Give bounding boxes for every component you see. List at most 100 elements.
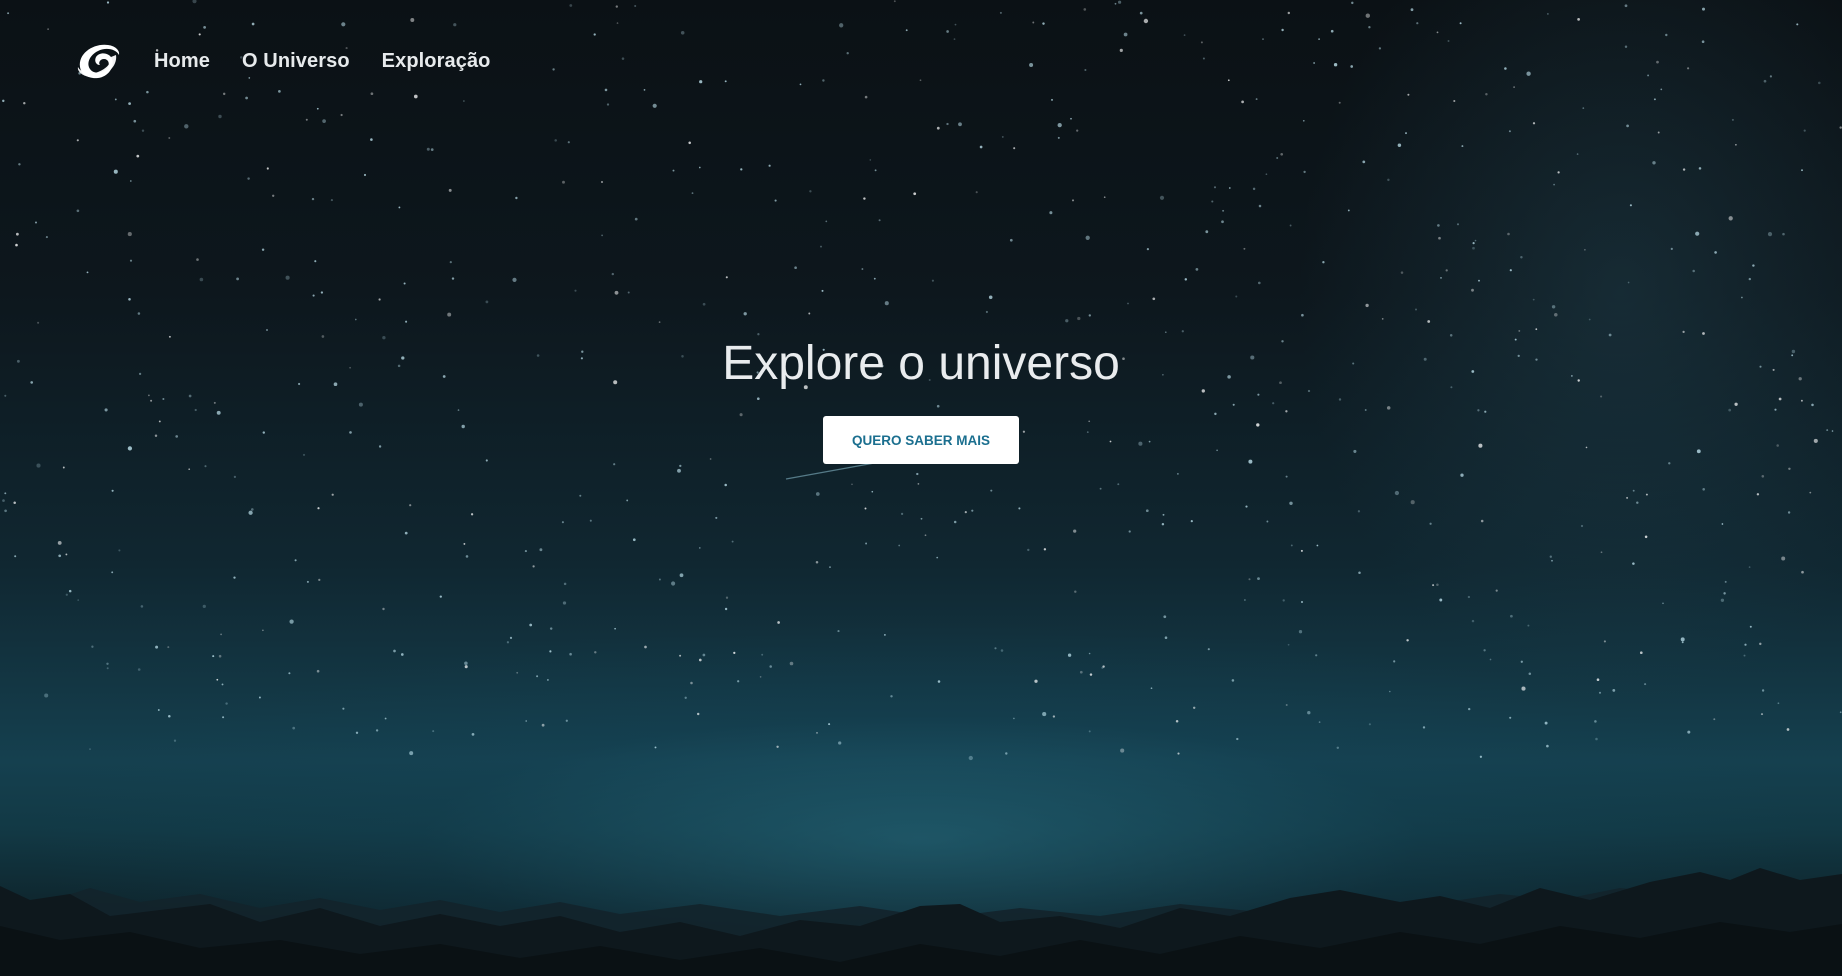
star <box>1245 505 1248 508</box>
star <box>946 30 949 33</box>
star <box>1626 124 1629 128</box>
star <box>1723 592 1726 595</box>
star <box>370 138 373 141</box>
star <box>953 520 957 524</box>
star <box>106 662 109 666</box>
star <box>985 310 988 314</box>
star <box>975 191 978 194</box>
swirl-logo-icon[interactable] <box>72 37 124 85</box>
star <box>1803 129 1806 132</box>
star <box>958 122 962 127</box>
star <box>994 647 997 650</box>
star <box>621 57 625 60</box>
star <box>1701 40 1705 44</box>
star <box>546 678 549 681</box>
star <box>864 507 867 510</box>
star <box>1276 157 1279 159</box>
star <box>1702 7 1705 11</box>
star <box>569 4 573 7</box>
star <box>768 164 771 167</box>
star <box>1577 18 1580 21</box>
star <box>916 472 919 476</box>
star <box>1318 38 1320 40</box>
star <box>1266 520 1269 523</box>
star <box>1459 22 1462 25</box>
star <box>1336 746 1340 750</box>
star <box>794 266 797 270</box>
star <box>1146 247 1150 251</box>
star <box>1057 136 1060 139</box>
star <box>1427 320 1431 323</box>
star <box>1576 153 1579 155</box>
star <box>1387 178 1390 182</box>
star <box>1624 45 1628 49</box>
star <box>615 5 618 8</box>
star <box>133 119 137 123</box>
star <box>306 580 309 583</box>
star <box>946 122 949 126</box>
star <box>1084 68 1087 72</box>
star <box>272 194 275 197</box>
star <box>312 294 315 297</box>
star <box>594 651 597 654</box>
star <box>821 289 824 292</box>
star <box>202 604 206 609</box>
star <box>1300 549 1303 552</box>
star <box>873 277 876 280</box>
star <box>1713 718 1716 721</box>
star <box>278 90 281 93</box>
star <box>331 493 334 496</box>
star <box>1183 34 1186 36</box>
star <box>1752 264 1755 267</box>
star <box>1749 625 1752 628</box>
star <box>1644 535 1648 539</box>
star <box>1796 23 1799 26</box>
star <box>979 145 983 149</box>
star <box>262 629 264 632</box>
star <box>1333 62 1338 67</box>
star <box>1330 29 1334 33</box>
star <box>1508 130 1511 133</box>
nav-link-home[interactable]: Home <box>154 50 210 73</box>
star <box>1164 331 1167 334</box>
star <box>1485 92 1488 96</box>
star <box>1287 643 1290 646</box>
star <box>1027 548 1030 552</box>
star <box>314 260 317 263</box>
star <box>769 665 772 668</box>
star <box>677 468 681 473</box>
star <box>355 731 359 734</box>
star <box>77 599 80 601</box>
star <box>1453 99 1456 103</box>
star <box>539 548 543 552</box>
star <box>1262 38 1264 40</box>
star <box>204 465 207 468</box>
star <box>251 22 255 26</box>
nav-link-exploracao[interactable]: Exploração <box>382 50 491 73</box>
star <box>322 119 326 123</box>
star <box>1415 308 1417 311</box>
star <box>549 627 553 630</box>
star <box>404 531 408 535</box>
star <box>1099 487 1102 490</box>
star <box>569 652 572 656</box>
star <box>924 534 927 537</box>
star <box>964 511 967 514</box>
star <box>1588 318 1591 321</box>
star <box>1083 8 1087 11</box>
star <box>1029 63 1034 67</box>
quero-saber-mais-button[interactable]: QUERO SABER MAIS <box>823 416 1019 464</box>
star <box>68 589 72 593</box>
star <box>1662 602 1664 605</box>
star <box>1088 652 1091 655</box>
star <box>247 177 250 180</box>
star <box>128 298 131 301</box>
star <box>1721 523 1724 525</box>
star <box>1085 235 1090 240</box>
star <box>1489 658 1492 661</box>
star <box>954 23 957 26</box>
star <box>236 277 240 281</box>
star <box>1596 678 1600 682</box>
mountain-silhouette <box>0 868 1842 976</box>
nav-link-o-universo[interactable]: O Universo <box>242 50 350 73</box>
